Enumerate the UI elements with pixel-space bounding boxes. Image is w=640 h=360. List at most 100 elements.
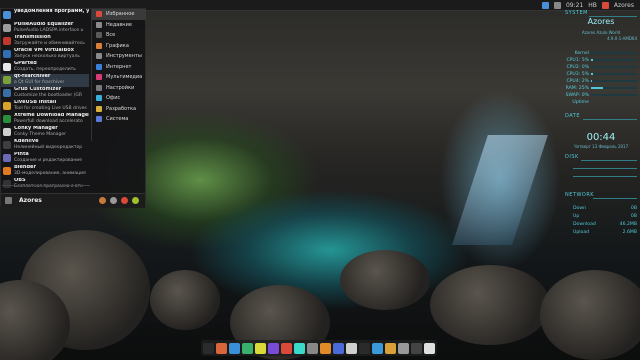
lock-icon[interactable] bbox=[110, 197, 117, 204]
volume-icon[interactable] bbox=[553, 1, 561, 9]
app-item[interactable]: Kdenlive Нелинейный видеоредактор bbox=[1, 139, 89, 152]
conky-stat-row: CPU2: 0% bbox=[565, 64, 637, 70]
category-item[interactable]: Избранное bbox=[92, 9, 146, 20]
app-item[interactable]: Oracle VM VirtualBox Запуск несколько ви… bbox=[1, 48, 89, 61]
category-label: Все bbox=[106, 32, 116, 39]
category-icon bbox=[96, 84, 102, 91]
dock-app-icon[interactable] bbox=[268, 342, 279, 354]
dock-app-icon[interactable] bbox=[281, 342, 292, 354]
hostname: Azores bbox=[587, 17, 615, 26]
conky-stat-row: RAM: 25% bbox=[565, 85, 637, 91]
dock-app-icon[interactable] bbox=[346, 342, 357, 354]
network-icon[interactable] bbox=[541, 1, 549, 9]
app-description: Powerfull download accelerato bbox=[14, 118, 83, 124]
dock-app-icon[interactable] bbox=[359, 342, 370, 354]
app-item[interactable]: Xtreme Download Manager Powerfull downlo… bbox=[1, 113, 89, 126]
virtualbox-icon bbox=[3, 50, 11, 58]
app-description: PulseAudio LADSPA interface u bbox=[14, 27, 84, 33]
dock-app-icon[interactable] bbox=[255, 342, 266, 354]
app-list: уведомления программ, уста PulseAudio Eq… bbox=[1, 9, 89, 191]
category-icon bbox=[96, 63, 102, 70]
download-manager-icon bbox=[3, 115, 11, 123]
dock-app-icon[interactable] bbox=[294, 342, 305, 354]
app-item[interactable]: Pinta Создание и редактирование bbox=[1, 152, 89, 165]
dock-app-icon[interactable] bbox=[229, 342, 240, 354]
app-item[interactable]: Transmission Загружайте и обменивайтесь bbox=[1, 35, 89, 48]
blender-icon bbox=[3, 167, 11, 175]
category-label: Графика bbox=[106, 42, 129, 49]
dock-app-icon[interactable] bbox=[424, 342, 435, 354]
dock-app-icon[interactable] bbox=[411, 342, 422, 354]
transmission-icon bbox=[3, 37, 11, 45]
user-name: Azores bbox=[19, 197, 42, 204]
dock-app-icon[interactable] bbox=[242, 342, 253, 354]
category-icon bbox=[96, 95, 102, 102]
category-icon bbox=[96, 11, 102, 18]
app-description: a Qt GUI for fsarchiver bbox=[14, 79, 65, 85]
app-item[interactable]: LiveUSB Install Tool for creating Live U… bbox=[1, 100, 89, 113]
kernel-version: 4.9.0-1-AMD64 bbox=[607, 36, 637, 41]
dock-app-icon[interactable] bbox=[216, 342, 227, 354]
app-item[interactable]: Conky Manager Conky Theme Manager bbox=[1, 126, 89, 139]
category-item[interactable]: Система bbox=[92, 114, 146, 125]
conky-stat-row: Kernel bbox=[565, 50, 637, 56]
category-item[interactable]: Графика bbox=[92, 41, 146, 52]
app-item[interactable]: уведомления программ, уста bbox=[1, 9, 89, 22]
conky-date: Четверг 13 Февраль 2017 bbox=[573, 144, 629, 149]
category-item[interactable]: Недавние bbox=[92, 20, 146, 31]
app-description: Conky Theme Manager bbox=[14, 131, 66, 137]
category-item[interactable]: Разработка bbox=[92, 104, 146, 115]
conky-icon bbox=[3, 128, 11, 136]
category-item[interactable]: Все bbox=[92, 30, 146, 41]
dock-app-icon[interactable] bbox=[385, 342, 396, 354]
dock-app-icon[interactable] bbox=[203, 342, 214, 354]
net-row: Down 0B bbox=[573, 206, 637, 211]
category-item[interactable]: Мультимедиа bbox=[92, 72, 146, 83]
dock-app-icon[interactable] bbox=[307, 342, 318, 354]
category-item[interactable]: Инструменты bbox=[92, 51, 146, 62]
app-item[interactable]: Grub Customizer Customize the bootloader… bbox=[1, 87, 89, 100]
host-subtitle: Azores Azulo World bbox=[581, 30, 621, 35]
application-menu: уведомления программ, уста PulseAudio Eq… bbox=[0, 8, 146, 208]
app-description: Запуск несколько виртуаль bbox=[14, 53, 80, 59]
app-description: Создать, переопределить bbox=[14, 66, 76, 72]
category-item[interactable]: Настройки bbox=[92, 83, 146, 94]
category-icon bbox=[96, 42, 102, 49]
app-item[interactable]: PulseAudio Equalizer PulseAudio LADSPA i… bbox=[1, 22, 89, 35]
category-label: Недавние bbox=[106, 21, 132, 28]
power-icon[interactable] bbox=[132, 197, 139, 204]
app-item[interactable]: GParted Создать, переопределить bbox=[1, 61, 89, 74]
app-item[interactable]: Blender 3D-моделирование, анимация bbox=[1, 165, 89, 178]
dock-app-icon[interactable] bbox=[333, 342, 344, 354]
category-icon bbox=[96, 116, 102, 123]
dock-app-icon[interactable] bbox=[398, 342, 409, 354]
category-icon bbox=[96, 53, 102, 60]
system-label: SYSTEM bbox=[565, 10, 588, 16]
conky-stat-row: CPU1: 5% bbox=[565, 57, 637, 63]
app-description: Customize the bootloader (GR bbox=[14, 92, 83, 98]
grub-icon bbox=[3, 89, 11, 97]
rock bbox=[430, 265, 550, 345]
pinta-icon bbox=[3, 154, 11, 162]
equalizer-icon bbox=[3, 24, 11, 32]
category-icon bbox=[96, 32, 102, 39]
category-list: Избранное Недавние Все Графика Инструмен… bbox=[91, 9, 146, 141]
dock bbox=[201, 340, 437, 356]
dock-app-icon[interactable] bbox=[372, 342, 383, 354]
settings-icon[interactable] bbox=[99, 197, 106, 204]
gparted-icon bbox=[3, 63, 11, 71]
logout-icon[interactable] bbox=[121, 197, 128, 204]
app-description: Загружайте и обменивайтесь bbox=[14, 40, 85, 46]
date-label: DATE bbox=[565, 113, 581, 119]
category-label: Интернет bbox=[106, 63, 132, 70]
rock bbox=[340, 250, 430, 310]
category-item[interactable]: Интернет bbox=[92, 62, 146, 73]
dock-app-icon[interactable] bbox=[320, 342, 331, 354]
app-name: уведомления программ, уста bbox=[14, 9, 89, 14]
category-label: Избранное bbox=[106, 11, 135, 18]
category-label: Разработка bbox=[106, 105, 137, 112]
uptime-row: Uptime bbox=[572, 99, 589, 105]
category-label: Мультимедиа bbox=[106, 74, 143, 81]
app-item[interactable]: qt-fsarchiver a Qt GUI for fsarchiver bbox=[1, 74, 89, 87]
category-item[interactable]: Офис bbox=[92, 93, 146, 104]
